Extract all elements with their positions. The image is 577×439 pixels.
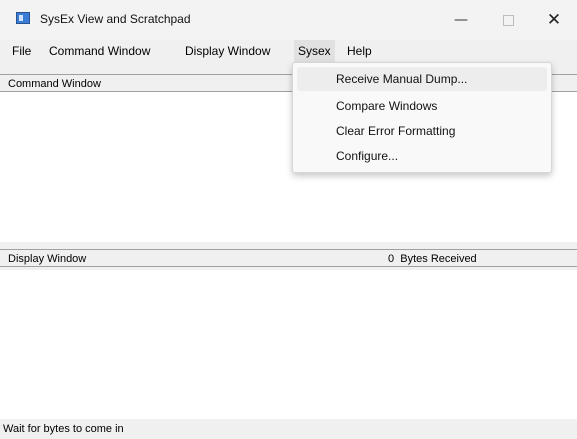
- display-window-pane[interactable]: [0, 270, 577, 419]
- window-title: SysEx View and Scratchpad: [40, 12, 191, 26]
- minimize-button[interactable]: —: [438, 5, 484, 35]
- menu-help[interactable]: Help: [343, 40, 376, 62]
- bytes-received-label: Bytes Received: [400, 253, 477, 265]
- menu-command-window[interactable]: Command Window: [45, 40, 154, 62]
- sysex-dropdown-menu: Receive Manual Dump... Compare Windows C…: [292, 62, 552, 173]
- menu-display-window[interactable]: Display Window: [181, 40, 274, 62]
- menu-item-compare-windows[interactable]: Compare Windows: [297, 94, 547, 118]
- title-bar[interactable]: SysEx View and Scratchpad — ✕: [0, 0, 577, 40]
- close-button[interactable]: ✕: [531, 5, 577, 35]
- maximize-icon: [502, 14, 514, 26]
- command-window-label: Command Window: [8, 78, 101, 90]
- app-window-icon[interactable]: [16, 12, 30, 24]
- menu-item-configure[interactable]: Configure...: [297, 144, 547, 168]
- display-window-label: Display Window: [8, 253, 87, 265]
- minimize-icon: —: [454, 12, 468, 28]
- maximize-button[interactable]: [485, 5, 531, 35]
- bytes-received-count: 0: [388, 253, 395, 265]
- menu-file[interactable]: File: [8, 40, 35, 62]
- menu-item-receive-manual-dump[interactable]: Receive Manual Dump...: [297, 67, 547, 91]
- display-window-header: Display Window 0 Bytes Received: [0, 249, 577, 267]
- menu-item-clear-error-formatting[interactable]: Clear Error Formatting: [297, 119, 547, 143]
- status-bar: Wait for bytes to come in: [0, 419, 577, 439]
- status-text: Wait for bytes to come in: [3, 423, 124, 435]
- bytes-received-status: 0 Bytes Received: [388, 250, 477, 268]
- close-icon: ✕: [546, 10, 562, 30]
- menu-bar: File Command Window Display Window Sysex…: [0, 40, 577, 62]
- menu-sysex[interactable]: Sysex: [294, 40, 335, 62]
